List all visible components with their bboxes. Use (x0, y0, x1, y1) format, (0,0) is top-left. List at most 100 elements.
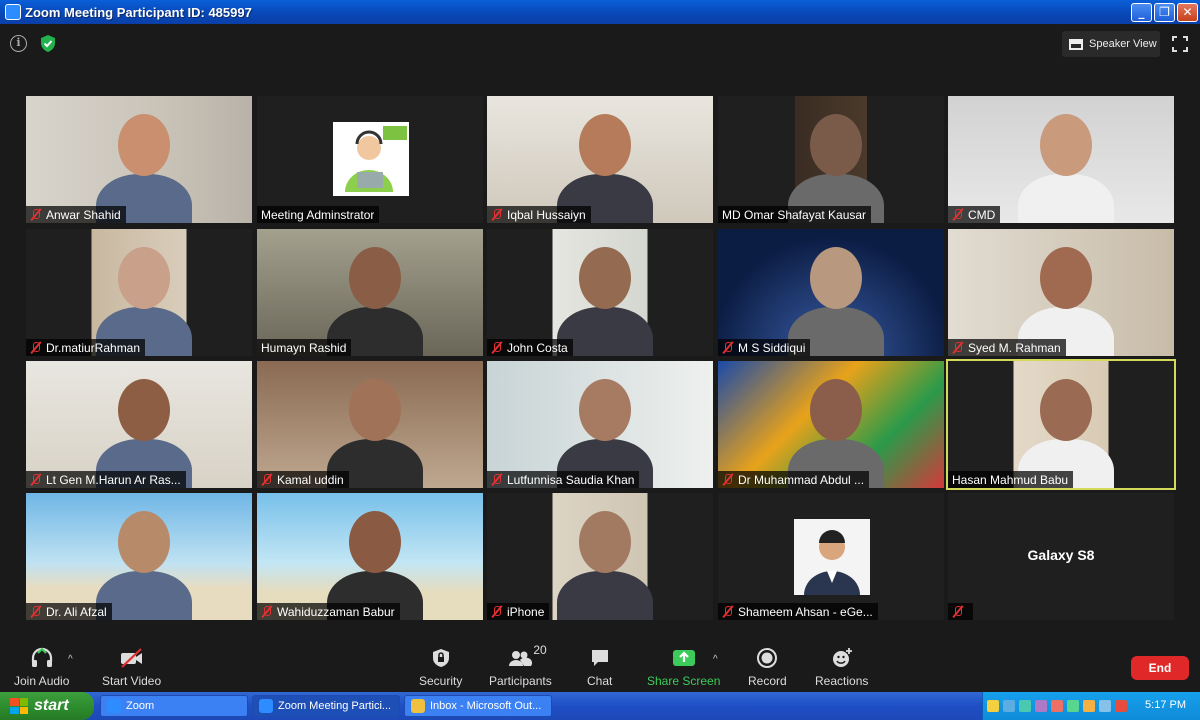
participant-tile[interactable]: Anwar Shahid (26, 96, 252, 223)
chat-button[interactable]: Chat (587, 646, 612, 688)
speaker-view-button[interactable]: Speaker View (1062, 31, 1160, 57)
participant-tile[interactable]: John Costa (487, 229, 713, 356)
participant-name: MD Omar Shafayat Kausar (722, 207, 867, 222)
minimize-button[interactable]: _ (1131, 2, 1152, 22)
taskbar-item-zoom[interactable]: Zoom (100, 695, 248, 717)
participant-namebar: Kamal uddin (257, 471, 349, 488)
share-screen-button[interactable]: Share Screen (647, 646, 720, 688)
participant-tile[interactable]: Dr Muhammad Abdul ... (718, 361, 944, 488)
taskbar-item-label: Inbox - Microsoft Out... (430, 700, 542, 712)
participant-tile[interactable]: Galaxy S8 (948, 493, 1174, 620)
participant-namebar: Iqbal Hussaiyn (487, 206, 591, 223)
zoom-app-icon (5, 4, 21, 20)
participant-tile[interactable]: Lutfunnisa Saudia Khan (487, 361, 713, 488)
mic-muted-icon (491, 605, 502, 618)
participant-name: Wahiduzzaman Babur (277, 604, 395, 619)
participant-namebar: iPhone (487, 603, 550, 620)
admin-avatar-icon (333, 122, 409, 196)
mic-muted-icon (722, 605, 733, 618)
tray-icon[interactable] (1051, 700, 1063, 712)
participant-name: Meeting Adminstrator (261, 207, 375, 222)
close-button[interactable]: ✕ (1177, 2, 1198, 22)
start-video-label: Start Video (102, 674, 162, 688)
participants-label: Participants (489, 674, 552, 688)
participant-tile[interactable]: Syed M. Rahman (948, 229, 1174, 356)
participant-name: Lutfunnisa Saudia Khan (507, 472, 635, 487)
zoom-icon (259, 699, 273, 713)
participant-name: iPhone (507, 604, 545, 619)
tray-icon[interactable] (1019, 700, 1031, 712)
speaker-view-icon (1069, 38, 1083, 50)
chat-label: Chat (587, 674, 613, 688)
participants-button[interactable]: 20 Participants (489, 643, 552, 688)
share-options-caret[interactable]: ^ (713, 654, 718, 665)
device-label: Galaxy S8 (1027, 547, 1095, 563)
participant-tile[interactable]: Hasan Mahmud Babu (946, 359, 1176, 490)
mic-muted-icon (491, 208, 502, 221)
mic-muted-icon (30, 605, 41, 618)
record-button[interactable]: Record (748, 646, 787, 688)
tray-icon[interactable] (1099, 700, 1111, 712)
participant-tile[interactable]: M S Siddiqui (718, 229, 944, 356)
participant-head (579, 511, 631, 573)
shield-icon[interactable] (39, 34, 57, 53)
participant-namebar: Shameem Ahsan - eGe... (718, 603, 878, 620)
participant-tile[interactable]: Kamal uddin (257, 361, 483, 488)
share-screen-icon (672, 646, 696, 670)
tray-icon[interactable] (1115, 700, 1127, 712)
participant-tile[interactable]: Dr. Ali Afzal (26, 493, 252, 620)
participant-namebar: CMD (948, 206, 1001, 223)
participant-tile[interactable]: Shameem Ahsan - eGe... (718, 493, 944, 620)
security-button[interactable]: Security (419, 646, 462, 688)
participant-tile[interactable]: MD Omar Shafayat Kausar (718, 96, 944, 223)
tray-icon[interactable] (1035, 700, 1047, 712)
participant-tile[interactable]: Dr.matiurRahman (26, 229, 252, 356)
participant-name: Dr.matiurRahman (46, 340, 141, 355)
maximize-button[interactable]: ❐ (1154, 2, 1175, 22)
mic-muted-icon (261, 473, 272, 486)
security-shield-icon (430, 646, 452, 670)
join-audio-button[interactable]: Join Audio (14, 646, 69, 688)
participant-name: Hasan Mahmud Babu (952, 472, 1069, 487)
participant-namebar: M S Siddiqui (718, 339, 811, 356)
fullscreen-icon[interactable] (1172, 36, 1188, 52)
participant-tile[interactable]: Humayn Rashid (257, 229, 483, 356)
window-title: Zoom Meeting Participant ID: 485997 (25, 4, 252, 20)
taskbar-item-label: Zoom Meeting Partici... (278, 700, 392, 712)
participant-head (810, 114, 862, 176)
end-meeting-button[interactable]: End (1131, 656, 1189, 680)
reactions-button[interactable]: Reactions (815, 646, 868, 688)
tray-icon[interactable] (987, 700, 999, 712)
participant-tile[interactable]: Meeting Adminstrator (257, 96, 483, 223)
participants-count: 20 (533, 643, 547, 657)
participant-name: Shameem Ahsan - eGe... (738, 604, 873, 619)
tray-icon[interactable] (1067, 700, 1079, 712)
reactions-label: Reactions (815, 674, 869, 688)
chat-icon (589, 646, 611, 670)
join-audio-label: Join Audio (14, 674, 70, 688)
participant-tile[interactable]: Wahiduzzaman Babur (257, 493, 483, 620)
tray-icon[interactable] (1083, 700, 1095, 712)
participant-tile[interactable]: Iqbal Hussaiyn (487, 96, 713, 223)
start-button[interactable]: start (0, 692, 94, 720)
participant-head (1040, 247, 1092, 309)
participant-tile[interactable]: Lt Gen M.Harun Ar Ras... (26, 361, 252, 488)
taskbar-item-zoom-meeting[interactable]: Zoom Meeting Partici... (252, 695, 400, 717)
participant-photo (794, 519, 870, 595)
participant-namebar (948, 603, 973, 620)
participant-namebar: MD Omar Shafayat Kausar (718, 206, 872, 223)
info-icon[interactable]: i (10, 35, 27, 52)
participant-tile[interactable]: iPhone (487, 493, 713, 620)
participant-tile[interactable]: CMD (948, 96, 1174, 223)
headphones-icon (29, 646, 55, 670)
taskbar-item-outlook[interactable]: Inbox - Microsoft Out... (404, 695, 552, 717)
participant-head (1040, 379, 1092, 441)
participant-head (349, 379, 401, 441)
start-video-button[interactable]: Start Video (102, 646, 161, 688)
participant-name: John Costa (507, 340, 568, 355)
tray-icon[interactable] (1003, 700, 1015, 712)
participant-head (349, 247, 401, 309)
zoom-icon (107, 699, 121, 713)
audio-options-caret[interactable]: ^ (68, 654, 73, 665)
participant-namebar: Humayn Rashid (257, 339, 352, 356)
